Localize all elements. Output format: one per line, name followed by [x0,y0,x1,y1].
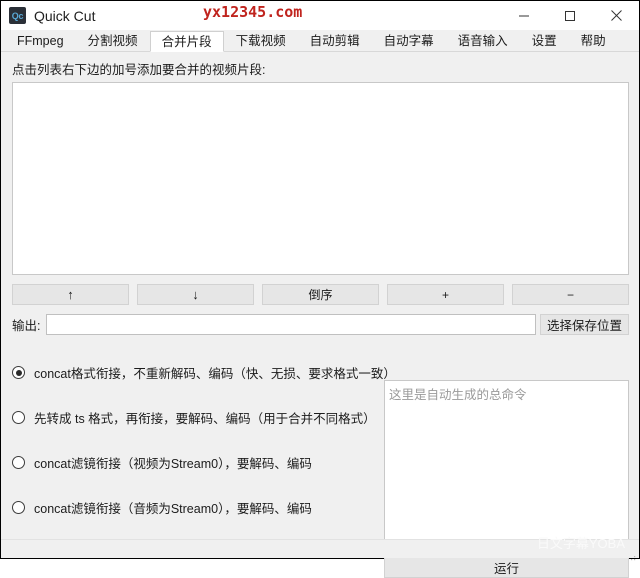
radio-icon [12,456,25,469]
tab-auto-edit[interactable]: 自动剪辑 [298,30,372,51]
run-button[interactable]: 运行 [384,556,629,578]
merge-mode-option-concat-format[interactable]: concat格式衔接，不重新解码、编码（快、无损、要求格式一致） [12,350,396,395]
tab-voice-input[interactable]: 语音输入 [446,30,520,51]
tab-bar: FFmpeg 分割视频 合并片段 下载视频 自动剪辑 自动字幕 语音输入 设置 … [1,30,639,52]
tab-download-video[interactable]: 下载视频 [224,30,298,51]
window-controls [501,1,639,30]
minimize-button[interactable] [501,1,547,30]
move-down-button[interactable]: ↓ [137,284,254,305]
output-path-input[interactable] [46,314,536,335]
status-bar: 日文字幕YOBA [1,536,639,561]
close-button[interactable] [593,1,639,30]
output-label: 输出: [12,319,41,333]
merge-mode-label: concat滤镜衔接（音频为Stream0），要解码、编码 [34,502,312,516]
tab-ffmpeg[interactable]: FFmpeg [5,30,76,51]
clip-list[interactable] [12,82,629,275]
tab-auto-subtitle[interactable]: 自动字幕 [372,30,446,51]
tab-merge-clips[interactable]: 合并片段 [149,31,224,52]
remove-clip-button[interactable]: − [512,284,629,305]
command-output-box[interactable]: 这里是自动生成的总命令 [384,380,629,546]
radio-icon [12,501,25,514]
merge-mode-label: concat滤镜衔接（视频为Stream0），要解码、编码 [34,457,312,471]
maximize-button[interactable] [547,1,593,30]
tab-settings[interactable]: 设置 [520,30,569,51]
merge-mode-option-ts-convert[interactable]: 先转成 ts 格式，再衔接，要解码、编码（用于合并不同格式） [12,395,377,440]
reverse-order-button[interactable]: 倒序 [262,284,379,305]
minimize-icon [518,10,530,22]
app-icon: Qc [9,7,26,24]
main-content: 点击列表右下边的加号添加要合并的视频片段: ↑ ↓ 倒序 + − 输出: 选择保… [1,52,639,578]
merge-mode-group: concat格式衔接，不重新解码、编码（快、无损、要求格式一致） 先转成 ts … [12,350,396,530]
watermark-bottom: 日文字幕YOBA [536,536,625,551]
window-title: Quick Cut [34,7,96,24]
watermark-top: yx12345.com [203,3,303,21]
move-up-button[interactable]: ↑ [12,284,129,305]
merge-mode-label: 先转成 ts 格式，再衔接，要解码、编码（用于合并不同格式） [34,412,376,426]
tab-split-video[interactable]: 分割视频 [76,30,150,51]
instruction-text: 点击列表右下边的加号添加要合并的视频片段: [12,63,266,77]
merge-mode-option-concat-filter-video[interactable]: concat滤镜衔接（视频为Stream0），要解码、编码 [12,440,377,485]
title-bar: Qc Quick Cut yx12345.com [1,1,639,30]
maximize-icon [564,10,576,22]
output-row: 输出: 选择保存位置 [12,314,629,335]
choose-save-location-button[interactable]: 选择保存位置 [539,314,629,335]
merge-mode-label: concat格式衔接，不重新解码、编码（快、无损、要求格式一致） [34,367,396,381]
radio-icon [12,366,25,379]
resize-grip-icon[interactable] [628,548,636,561]
add-clip-button[interactable]: + [387,284,504,305]
tab-help[interactable]: 帮助 [569,30,618,51]
radio-icon [12,411,25,424]
order-button-row: ↑ ↓ 倒序 + − [12,284,629,305]
close-icon [610,9,623,22]
app-window: Qc Quick Cut yx12345.com FFmpeg 分割视频 合并片… [0,0,640,578]
merge-mode-option-concat-filter-audio[interactable]: concat滤镜衔接（音频为Stream0），要解码、编码 [12,485,377,530]
